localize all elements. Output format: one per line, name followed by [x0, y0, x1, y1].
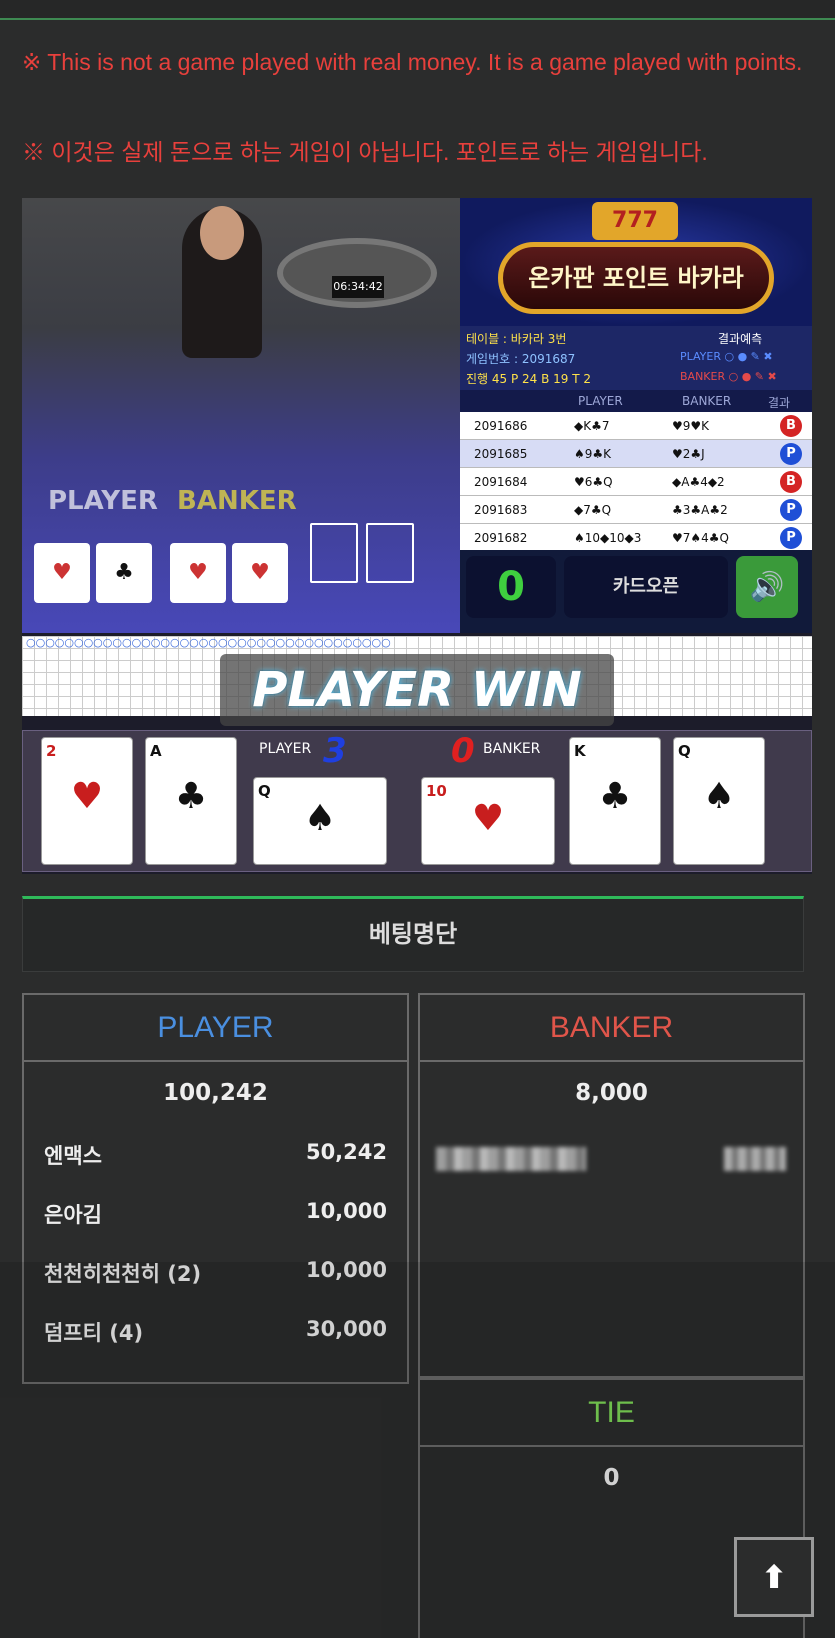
game-frame: 06:34:42 PLAYER BANKER ♥ ♣ ♥ ♥ 777 온카판 포… [22, 198, 812, 874]
history-row: 2091685 ♠9♣K ♥2♣J P [460, 440, 812, 468]
player-bets: PLAYER 100,242 엔맥스 50,242 은아김 10,000 천천히천천… [22, 993, 409, 1384]
prediction-banker[interactable]: BANKER ○ ● ✎ ✖ [680, 370, 777, 383]
notice-english: ※ This is not a game played with real mo… [22, 49, 803, 75]
control-bar: 0 카드오픈 🔊 [460, 550, 812, 633]
banker-card-2: K ♣ [569, 737, 661, 865]
history-banker-cards: ♣3♣A♣2 [672, 503, 728, 517]
history-banker-cards: ◆A♣4◆2 [672, 475, 725, 489]
history-player-cards: ♠9♣K [574, 447, 612, 461]
dealer-head [200, 206, 244, 260]
blurred-bet-row [436, 1147, 786, 1173]
banker-card-3: Q ♠ [673, 737, 765, 865]
table-name: 테이블 : 바카라 3번 [466, 332, 567, 346]
table-banker-label: BANKER [177, 486, 297, 516]
banker-bets-label: BANKER [420, 995, 803, 1062]
banker-score: 0 [451, 731, 475, 771]
empty-card-slot [366, 523, 414, 583]
video-card: ♣ [96, 543, 152, 603]
banker-bets-total: 8,000 [575, 1080, 648, 1106]
game-progress: 진행 45 P 24 B 19 T 2 [466, 372, 592, 386]
game-id: 게임번호 : 2091687 [466, 352, 576, 366]
history-col-player: PLAYER [578, 394, 623, 408]
arrow-up-icon[interactable]: ⬆ [734, 1537, 814, 1617]
game-panel: 777 온카판 포인트 바카라 테이블 : 바카라 3번 게임번호 : 2091… [460, 198, 812, 633]
history-player-cards: ◆K♣7 [574, 419, 610, 433]
history-row: 2091686 ◆K♣7 ♥9♥K B [460, 412, 812, 440]
video-clock: 06:34:42 [332, 276, 384, 298]
history-result-badge: P [780, 527, 802, 549]
prediction-player[interactable]: PLAYER ○ ● ✎ ✖ [680, 350, 773, 363]
history-header: PLAYER BANKER 결과 [460, 390, 812, 412]
table-player-label: PLAYER [48, 486, 158, 516]
empty-card-slot [310, 523, 358, 583]
player-score: 3 [323, 731, 347, 771]
history-game-id: 2091682 [474, 531, 528, 545]
win-banner: PLAYER WIN [220, 654, 614, 726]
history-result-badge: B [780, 415, 802, 437]
blurred-name [436, 1147, 586, 1171]
history-result-badge: B [780, 471, 802, 493]
top-bar [0, 0, 835, 20]
history-banker-cards: ♥2♣J [672, 447, 705, 461]
player-card-2: A ♣ [145, 737, 237, 865]
banker-tag: BANKER [483, 741, 541, 757]
video-card: ♥ [34, 543, 90, 603]
game-logo: 777 온카판 포인트 바카라 [460, 198, 812, 326]
history-result-badge: P [780, 499, 802, 521]
speaker-icon[interactable]: 🔊 [736, 556, 798, 618]
bet-row: 엔맥스 50,242 [44, 1140, 387, 1168]
player-tag: PLAYER [259, 741, 312, 757]
card-open-button[interactable]: 카드오픈 [564, 556, 728, 618]
history-col-result: 결과 [768, 396, 791, 410]
tie-bets-label: TIE [420, 1380, 803, 1447]
history-row: 2091682 ♠10◆10◆3 ♥7♠4♣Q P [460, 524, 812, 552]
bet-row: 천천히천천히 (2) 10,000 [44, 1258, 387, 1286]
bet-row: 덤프티 (4) 30,000 [44, 1317, 387, 1345]
player-bets-label: PLAYER [24, 995, 407, 1062]
history-result-badge: P [780, 443, 802, 465]
result-cards: 2 ♥ A ♣ PLAYER 3 Q ♠ 0 BANKER 10 ♥ K ♣ Q… [22, 730, 812, 872]
logo-title: 온카판 포인트 바카라 [498, 242, 774, 314]
player-card-3: Q ♠ [253, 777, 387, 865]
history-player-cards: ♠10◆10◆3 [574, 531, 642, 545]
player-card-1: 2 ♥ [41, 737, 133, 865]
history-row: 2091683 ◆7♣Q ♣3♣A♣2 P [460, 496, 812, 524]
bet-list-header: 베팅명단 [22, 896, 804, 972]
live-video: 06:34:42 PLAYER BANKER ♥ ♣ ♥ ♥ [22, 198, 460, 633]
game-info: 테이블 : 바카라 3번 게임번호 : 2091687 진행 45 P 24 B… [460, 326, 812, 390]
banker-bets: BANKER 8,000 [418, 993, 805, 1378]
banker-card-1: 10 ♥ [421, 777, 555, 865]
notice-korean: ※ 이것은 실제 돈으로 하는 게임이 아닙니다. 포인트로 하는 게임입니다. [22, 139, 708, 165]
history-banker-cards: ♥9♥K [672, 419, 710, 433]
history-player-cards: ◆7♣Q [574, 503, 612, 517]
history-game-id: 2091684 [474, 475, 528, 489]
tie-bets-total: 0 [603, 1465, 620, 1491]
video-card: ♥ [232, 543, 288, 603]
history-col-banker: BANKER [682, 394, 732, 408]
countdown: 0 [466, 556, 556, 618]
history-game-id: 2091683 [474, 503, 528, 517]
blurred-amount [724, 1147, 786, 1171]
road-marks: ○○○○○○○○○○○○○○○○○○○○○○○○○○○○○○○○○○○○○○ [26, 636, 391, 649]
history-banker-cards: ♥7♠4♣Q [672, 531, 729, 545]
video-card: ♥ [170, 543, 226, 603]
bet-row: 은아김 10,000 [44, 1199, 387, 1227]
bet-list-title: 베팅명단 [368, 920, 458, 948]
slot-machine-icon: 777 [592, 202, 678, 240]
history-game-id: 2091686 [474, 419, 528, 433]
prediction-label: 결과예측 [718, 332, 763, 346]
history-game-id: 2091685 [474, 447, 528, 461]
history-player-cards: ♥6♣Q [574, 475, 613, 489]
history-row: 2091684 ♥6♣Q ◆A♣4◆2 B [460, 468, 812, 496]
player-bets-total: 100,242 [163, 1080, 268, 1106]
